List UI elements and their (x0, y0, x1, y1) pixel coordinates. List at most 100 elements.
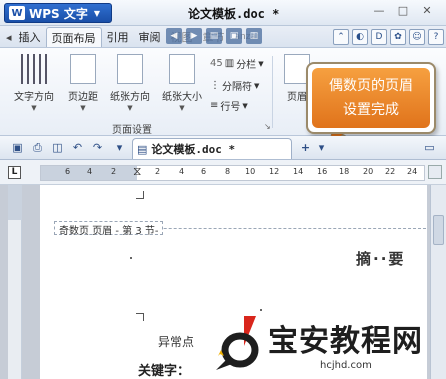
page-break-icon: ⋮ (210, 80, 220, 91)
orientation-button[interactable]: 纸张方向 ▼ (110, 54, 150, 112)
columns-button[interactable]: 45 ▥ 分栏 ▼ (210, 56, 264, 71)
window-layout-icon[interactable]: ▭ (422, 140, 437, 155)
new-tab-icon[interactable]: + (298, 140, 313, 155)
wps-menu-button[interactable]: W WPS 文字 ▼ (4, 3, 112, 23)
page-break-button[interactable]: ⋮ 分隔符 ▼ (210, 78, 259, 93)
tab-toolbar-icons: ⌃ ◐ D ✿ ☺ ? (333, 29, 444, 45)
document-icon[interactable]: ▥ (246, 28, 262, 44)
column-count: 45 (210, 58, 223, 69)
text-direction-icon (21, 54, 47, 84)
quick-access-bar: ▣ ⎙ ◫ ↶ ↷ ▾ ▤ 论文模板.doc * + ▾ ▭ (0, 136, 446, 160)
callout-box: 偶数页的页眉 设置完成 (306, 62, 436, 134)
tab-insert[interactable]: 插入 (14, 27, 46, 47)
chevron-down-icon: ▼ (179, 104, 185, 112)
vertical-ruler-margin (8, 185, 22, 220)
watermark-logo-icon (216, 316, 259, 370)
ribbon-separator (272, 56, 273, 128)
ruler-tick: 8 (225, 167, 231, 176)
text-direction-button[interactable]: 文字方向 ▼ (14, 54, 54, 112)
ruler-tick: 12 (269, 167, 280, 176)
paragraph-dot (130, 257, 132, 259)
minimize-icon[interactable]: — (370, 4, 388, 20)
line-number-button[interactable]: ≡ 行号 ▼ (210, 98, 248, 113)
chevron-down-icon: ▼ (258, 59, 264, 68)
document-icon: ▤ (137, 142, 148, 156)
text-direction-label: 文字方向 (14, 92, 54, 103)
paper-size-icon (169, 54, 195, 84)
line-number-icon: ≡ (210, 100, 219, 111)
maximize-icon[interactable]: □ (394, 4, 412, 20)
ruler-tick: 22 (385, 167, 396, 176)
save-icon[interactable]: ▣ (226, 28, 242, 44)
tab-page-layout[interactable]: 页面布局 (45, 27, 102, 47)
columns-icon: ▥ (224, 58, 235, 69)
ruler-tick: 2 (155, 167, 161, 176)
callout-line-2: 设置完成 (343, 102, 399, 118)
plugin-icon[interactable]: ✿ (390, 29, 406, 45)
chevron-down-icon: ▼ (242, 101, 248, 110)
callout-content: 偶数页的页眉 设置完成 (312, 68, 430, 128)
keywords-label: 关键字： (138, 364, 191, 379)
page-setup-group-label: 页面设置 (112, 125, 152, 136)
paragraph-dot (260, 309, 262, 311)
page-icon[interactable]: ▤ (206, 28, 222, 44)
document-tab[interactable]: ▤ 论文模板.doc * (132, 138, 292, 159)
tab-review[interactable]: 审阅 (134, 27, 166, 47)
watermark-url: hcjhd.com (320, 360, 372, 371)
ruler-tick: 16 (317, 167, 328, 176)
window-title: 论文模板.doc * (188, 7, 280, 21)
tab-stop-selector[interactable]: L (8, 166, 21, 179)
abstract-heading: 摘··要 (356, 250, 406, 268)
horizontal-ruler[interactable]: 6 4 2 ⧖ 2 4 6 8 10 12 14 16 18 20 22 24 (40, 164, 425, 181)
document-tab-title: 论文模板.doc * (151, 143, 236, 156)
tab-references[interactable]: 引用 (102, 27, 134, 47)
orientation-label: 纸张方向 (110, 92, 150, 103)
margins-label: 页边距 (68, 92, 98, 103)
page-break-label: 分隔符 (222, 82, 252, 93)
header-tag: 奇数页 页眉 - 第 3 节- (54, 221, 164, 237)
wps-logo-icon: W (9, 6, 25, 20)
help-icon[interactable]: ? (428, 29, 444, 45)
paper-size-label: 纸张大小 (162, 92, 202, 103)
ruler-toggle-icon[interactable] (428, 165, 442, 179)
back-icon[interactable]: ◀ (166, 28, 182, 44)
orientation-icon (117, 54, 143, 84)
margins-button[interactable]: 页边距 ▼ (68, 54, 98, 112)
customize-icon[interactable]: ▾ (112, 140, 127, 155)
collapse-ribbon-icon[interactable]: ⌃ (333, 29, 349, 45)
close-icon[interactable]: ✕ (418, 4, 436, 20)
ruler-row: L 6 4 2 ⧖ 2 4 6 8 10 12 14 16 18 20 22 2… (0, 161, 446, 185)
dialog-launcher-icon[interactable]: ↘ (264, 122, 271, 131)
body-text-line: 异常点 (158, 335, 195, 349)
indent-marker-icon[interactable]: ⧖ (133, 164, 141, 179)
margins-icon (70, 54, 96, 84)
paper-size-button[interactable]: 纸张大小 ▼ (162, 54, 202, 112)
scrollbar-thumb[interactable] (433, 215, 444, 245)
tab-list-icon[interactable]: ▾ (314, 140, 329, 155)
chevron-down-icon: ▼ (31, 104, 37, 112)
margin-corner-mark (136, 191, 144, 199)
tab-scroll-left-icon[interactable]: ◂ (4, 27, 14, 47)
vertical-ruler[interactable] (8, 185, 22, 379)
forward-icon[interactable]: ▶ (186, 28, 202, 44)
vertical-scrollbar[interactable] (430, 185, 446, 379)
watermark-text: 宝安教程网 (268, 324, 423, 359)
ruler-tick: 2 (111, 167, 117, 176)
title-bar: W WPS 文字 ▼ 论文模板.doc * — □ ✕ (0, 0, 446, 26)
ruler-tick: 10 (245, 167, 256, 176)
undo-icon[interactable]: ↶ (70, 140, 85, 155)
ruler-tick: 20 (363, 167, 374, 176)
ruler-tick: 6 (65, 167, 71, 176)
save-icon[interactable]: ▣ (10, 140, 25, 155)
print-icon[interactable]: ⎙ (30, 140, 45, 155)
print-preview-icon[interactable]: ◫ (50, 140, 65, 155)
user-icon[interactable]: ☺ (409, 29, 425, 45)
ruler-tick: 4 (87, 167, 93, 176)
chevron-down-icon: ▼ (80, 104, 86, 112)
redo-icon[interactable]: ↷ (90, 140, 105, 155)
dictionary-icon[interactable]: D (371, 29, 387, 45)
floating-nav: ◀ ▶ ▤ ▣ ▥ (166, 26, 276, 46)
palette-icon[interactable]: ◐ (352, 29, 368, 45)
chevron-down-icon: ▼ (127, 104, 133, 112)
page-header-label: 页眉 (287, 92, 307, 103)
